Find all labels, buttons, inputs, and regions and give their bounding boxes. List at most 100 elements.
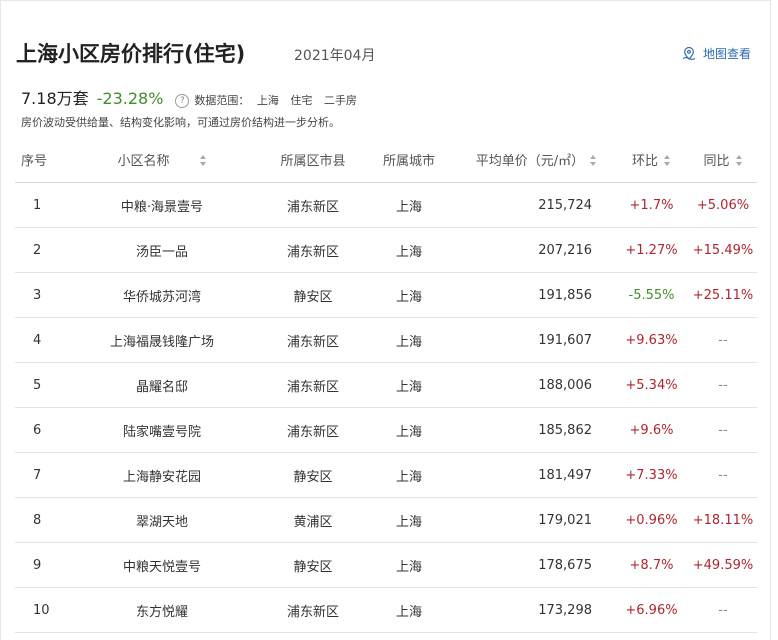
district-cell: 浦东新区 (267, 362, 359, 408)
mom-change-cell: +9.6% (614, 407, 689, 453)
district-cell: 黄浦区 (267, 497, 359, 543)
table-row[interactable]: 1 中粮·海景壹号 浦东新区 上海 215,724 +1.7% +5.06% (15, 182, 757, 228)
ranking-table: 序号 小区名称 所属区市县 所属城市 平均单价（元/㎡） 环比 同比 1 中粮·海… (15, 137, 757, 633)
summary-stats: 7.18万套 -23.28% ? 数据范围： 上海 住宅 二手房 (21, 85, 365, 109)
mom-change-cell: +1.7% (614, 182, 689, 228)
city-cell: 上海 (359, 272, 459, 318)
rank-cell: 4 (15, 317, 57, 363)
table-row[interactable]: 9 中粮天悦壹号 静安区 上海 178,675 +8.7% +49.59% (15, 542, 757, 588)
scope-city: 上海 (256, 94, 279, 107)
community-name-cell[interactable]: 汤臣一品 (57, 227, 267, 273)
rank-cell: 10 (15, 587, 57, 633)
city-cell: 上海 (359, 362, 459, 408)
column-rank: 序号 (15, 137, 57, 183)
table-row[interactable]: 8 翠湖天地 黄浦区 上海 179,021 +0.96% +18.11% (15, 497, 757, 543)
rank-cell: 8 (15, 497, 57, 543)
city-cell: 上海 (359, 587, 459, 633)
avg-price-cell: 191,607 (459, 317, 614, 363)
table-row[interactable]: 2 汤臣一品 浦东新区 上海 207,216 +1.27% +15.49% (15, 227, 757, 273)
community-name-cell[interactable]: 中粮天悦壹号 (57, 542, 267, 588)
city-cell: 上海 (359, 407, 459, 453)
map-view-link[interactable]: 地图查看 (681, 45, 751, 62)
rank-cell: 6 (15, 407, 57, 453)
district-cell: 浦东新区 (267, 227, 359, 273)
mom-change-cell: -5.55% (614, 272, 689, 318)
district-cell: 静安区 (267, 272, 359, 318)
avg-price-cell: 185,862 (459, 407, 614, 453)
map-view-label: 地图查看 (703, 47, 752, 61)
district-cell: 浦东新区 (267, 587, 359, 633)
rank-cell: 7 (15, 452, 57, 498)
column-district: 所属区市县 (267, 137, 359, 183)
rank-cell: 1 (15, 182, 57, 228)
community-name-cell[interactable]: 华侨城苏河湾 (57, 272, 267, 318)
community-name-cell[interactable]: 晶耀名邸 (57, 362, 267, 408)
city-cell: 上海 (359, 497, 459, 543)
yoy-change-cell: +25.11% (689, 272, 757, 318)
table-row[interactable]: 7 上海静安花园 静安区 上海 181,497 +7.33% -- (15, 452, 757, 498)
report-month: 2021年04月 (294, 48, 376, 64)
question-circle-icon[interactable]: ? (175, 94, 190, 108)
district-cell: 浦东新区 (267, 182, 359, 228)
community-name-cell[interactable]: 中粮·海景壹号 (57, 182, 267, 228)
yoy-change-cell: +5.06% (689, 182, 757, 228)
scope-label: 数据范围： (194, 94, 250, 107)
yoy-change-cell: +18.11% (689, 497, 757, 543)
scope-market: 二手房 (323, 94, 357, 107)
city-cell: 上海 (359, 452, 459, 498)
community-name-cell[interactable]: 翠湖天地 (57, 497, 267, 543)
rank-cell: 2 (15, 227, 57, 273)
table-row[interactable]: 3 华侨城苏河湾 静安区 上海 191,856 -5.55% +25.11% (15, 272, 757, 318)
mom-change-cell: +8.7% (614, 542, 689, 588)
district-cell: 静安区 (267, 542, 359, 588)
table-row[interactable]: 5 晶耀名邸 浦东新区 上海 188,006 +5.34% -- (15, 362, 757, 408)
rank-cell: 5 (15, 362, 57, 408)
district-cell: 浦东新区 (267, 407, 359, 453)
city-cell: 上海 (359, 227, 459, 273)
avg-price-cell: 181,497 (459, 452, 614, 498)
data-scope: 数据范围： 上海 住宅 二手房 (194, 92, 365, 108)
avg-price-cell: 173,298 (459, 587, 614, 633)
avg-price-cell: 179,021 (459, 497, 614, 543)
avg-price-cell: 178,675 (459, 542, 614, 588)
ranking-card: 上海小区房价排行(住宅) 2021年04月 地图查看 7.18万套 -23.28… (0, 0, 771, 640)
community-name-cell[interactable]: 上海福晟钱隆广场 (57, 317, 267, 363)
yoy-change-cell: -- (689, 362, 757, 408)
city-cell: 上海 (359, 542, 459, 588)
mom-change-cell: +5.34% (614, 362, 689, 408)
sort-arrows-icon[interactable] (664, 155, 671, 166)
yoy-change-cell: -- (689, 317, 757, 363)
community-name-cell[interactable]: 东方悦耀 (57, 587, 267, 633)
yoy-change-cell: -- (689, 587, 757, 633)
mom-change-cell: +0.96% (614, 497, 689, 543)
avg-price-cell: 207,216 (459, 227, 614, 273)
scope-type: 住宅 (290, 94, 313, 107)
community-name-cell[interactable]: 上海静安花园 (57, 452, 267, 498)
avg-price-cell: 215,724 (459, 182, 614, 228)
sort-arrows-icon[interactable] (735, 155, 743, 166)
mom-change-cell: +1.27% (614, 227, 689, 273)
table-row[interactable]: 10 东方悦耀 浦东新区 上海 173,298 +6.96% -- (15, 587, 757, 633)
map-pin-icon (681, 46, 697, 62)
district-cell: 静安区 (267, 452, 359, 498)
table-row[interactable]: 6 陆家嘴壹号院 浦东新区 上海 185,862 +9.6% -- (15, 407, 757, 453)
listing-count: 7.18万套 (21, 89, 89, 108)
district-cell: 浦东新区 (267, 317, 359, 363)
page-title: 上海小区房价排行(住宅) (16, 42, 246, 66)
rank-cell: 9 (15, 542, 57, 588)
column-yoy[interactable]: 同比 (689, 137, 757, 183)
column-mom[interactable]: 环比 (614, 137, 689, 183)
column-avg-price[interactable]: 平均单价（元/㎡） (459, 137, 614, 183)
listing-change: -23.28% (96, 89, 164, 108)
sort-arrows-icon[interactable] (199, 155, 207, 166)
sort-arrows-icon[interactable] (590, 155, 597, 166)
mom-change-cell: +6.96% (614, 587, 689, 633)
column-community[interactable]: 小区名称 (57, 137, 267, 183)
mom-change-cell: +7.33% (614, 452, 689, 498)
avg-price-cell: 188,006 (459, 362, 614, 408)
community-name-cell[interactable]: 陆家嘴壹号院 (57, 407, 267, 453)
disclaimer-note: 房价波动受供给量、结构变化影响，可通过房价结构进一步分析。 (21, 116, 340, 129)
table-row[interactable]: 4 上海福晟钱隆广场 浦东新区 上海 191,607 +9.63% -- (15, 317, 757, 363)
yoy-change-cell: +15.49% (689, 227, 757, 273)
yoy-change-cell: +49.59% (689, 542, 757, 588)
